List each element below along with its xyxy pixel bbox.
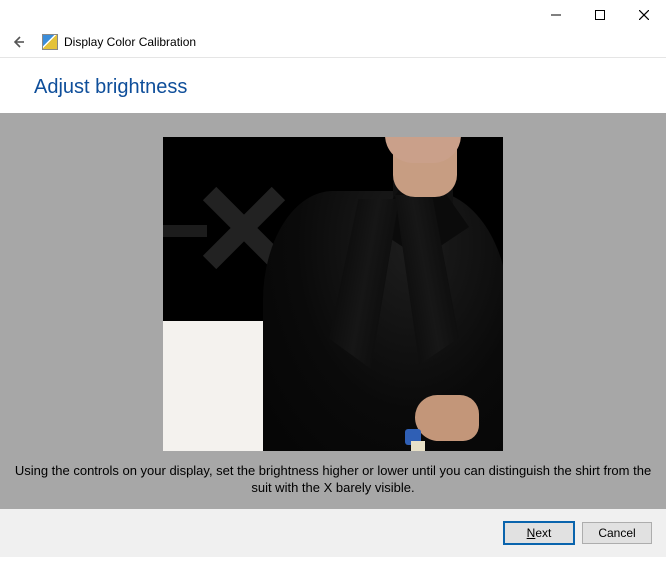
display-color-calibration-icon — [42, 34, 58, 50]
heading-area: Adjust brightness — [0, 58, 666, 113]
content-area: Using the controls on your display, set … — [0, 113, 666, 509]
next-button[interactable]: Next — [504, 522, 574, 544]
instruction-caption: Using the controls on your display, set … — [0, 462, 666, 497]
brightness-reference-image — [163, 137, 503, 451]
window-title: Display Color Calibration — [64, 35, 196, 49]
minimize-icon[interactable] — [534, 4, 578, 26]
next-button-label-rest: ext — [535, 526, 551, 540]
footer-bar: Next Cancel — [0, 509, 666, 557]
close-icon[interactable] — [622, 4, 666, 26]
cancel-button[interactable]: Cancel — [582, 522, 652, 544]
back-arrow-icon[interactable] — [8, 32, 28, 52]
page-heading: Adjust brightness — [34, 76, 666, 99]
header-bar: Display Color Calibration — [0, 30, 666, 58]
window-titlebar — [0, 0, 666, 30]
maximize-icon[interactable] — [578, 4, 622, 26]
